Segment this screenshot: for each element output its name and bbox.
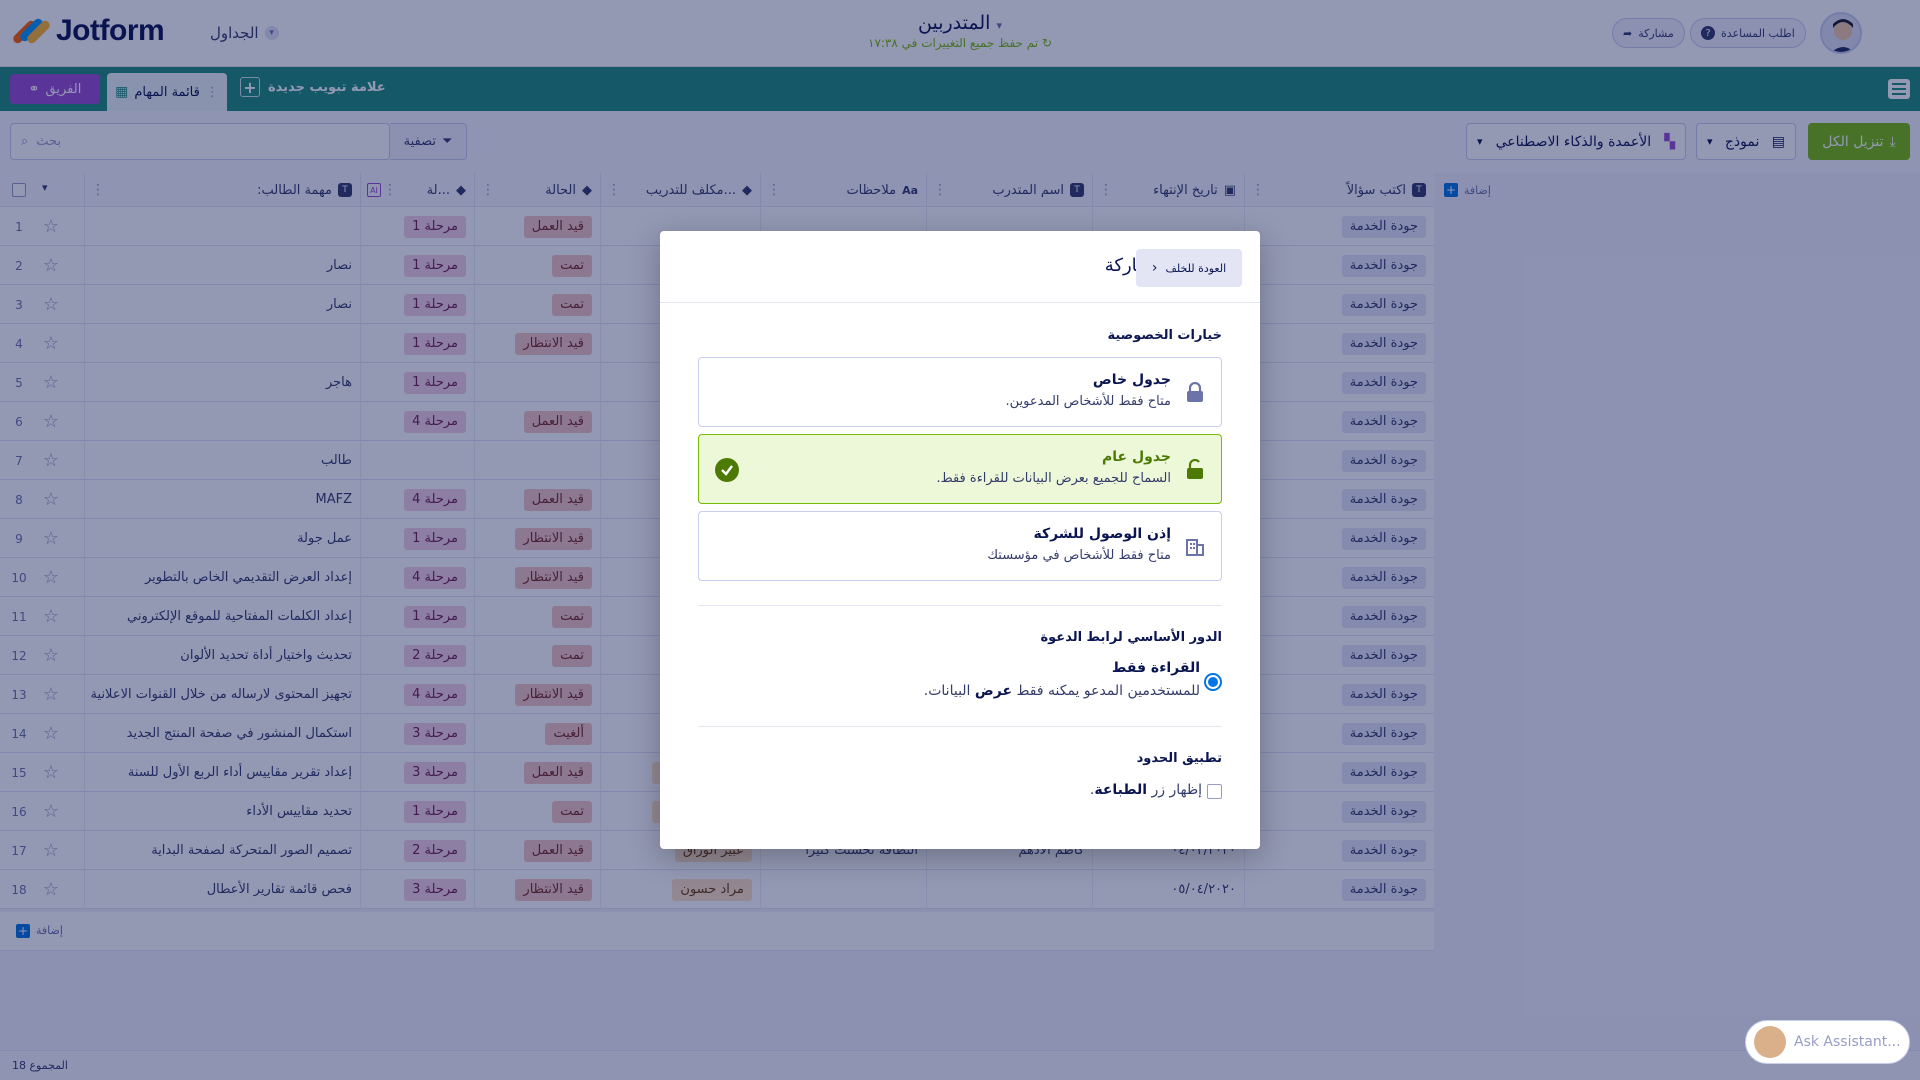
check-icon [715, 458, 739, 482]
option-company-access[interactable]: إذن الوصول للشركة متاح فقط للأشخاص في مؤ… [698, 511, 1222, 581]
modal-header: إعدادات المشاركة العودة للخلف ‹ [660, 231, 1260, 303]
show-print-label[interactable]: إظهار زر الطباعة. [1090, 782, 1202, 798]
lock-icon [1183, 380, 1207, 404]
divider [698, 726, 1222, 727]
option-public-table[interactable]: جدول عام السماح للجميع بعرض البيانات للق… [698, 434, 1222, 504]
assistant-avatar-icon [1754, 1026, 1786, 1058]
privacy-options-title: خيارات الخصوصية [1107, 328, 1222, 343]
divider [698, 605, 1222, 606]
share-settings-modal: إعدادات المشاركة العودة للخلف ‹ خيارات ا… [660, 231, 1260, 849]
invite-role-title: الدور الأساسي لرابط الدعوة [1040, 630, 1222, 645]
chevron-left-icon: ‹ [1151, 260, 1158, 276]
back-button[interactable]: العودة للخلف ‹ [1136, 249, 1242, 287]
read-only-label[interactable]: القراءة فقط [1112, 660, 1200, 676]
unlock-icon [1183, 457, 1207, 481]
option-private-table[interactable]: جدول خاص متاح فقط للأشخاص المدعوين. [698, 357, 1222, 427]
show-print-checkbox[interactable] [1207, 784, 1222, 799]
apply-limits-title: تطبيق الحدود [1136, 751, 1222, 766]
building-icon [1183, 534, 1207, 558]
read-only-description: للمستخدمين المدعو يمكنه فقط عرض البيانات… [923, 683, 1200, 699]
read-only-radio[interactable] [1204, 673, 1222, 691]
ask-assistant-button[interactable]: Ask Assistant... [1745, 1020, 1910, 1064]
